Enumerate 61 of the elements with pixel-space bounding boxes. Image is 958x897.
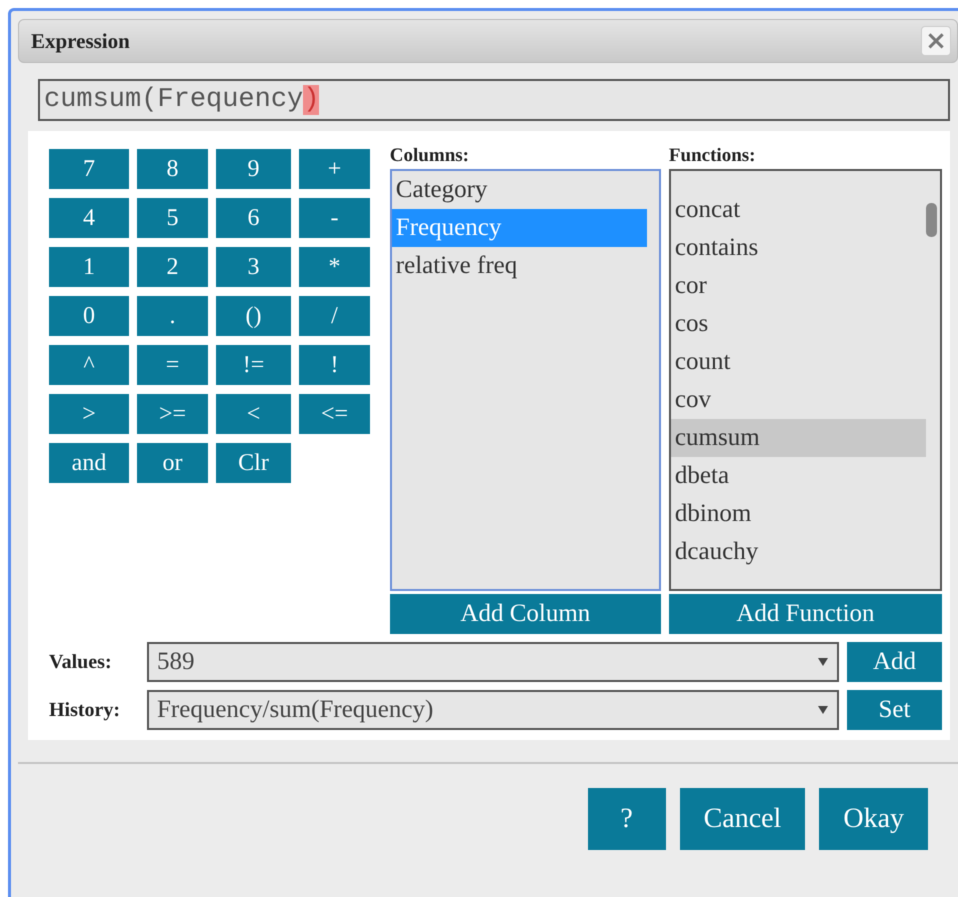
keypad-key[interactable]: Clr: [216, 443, 291, 483]
list-item[interactable]: cumsum: [670, 419, 926, 457]
keypad-key[interactable]: !=: [216, 345, 291, 385]
list-item[interactable]: Category: [392, 171, 647, 209]
functions-list[interactable]: concat contains cor cos count cov cumsum dbeta dbinom dcauchy: [668, 169, 942, 591]
keypad-key[interactable]: 9: [216, 149, 291, 189]
keypad-key[interactable]: (): [216, 296, 291, 336]
dropdown-caret-icon[interactable]: [817, 657, 829, 667]
keypad-key[interactable]: <: [216, 394, 291, 434]
keypad-key[interactable]: 3: [216, 247, 291, 287]
keypad-key[interactable]: +: [299, 149, 370, 189]
list-item[interactable]: dbeta: [670, 457, 926, 495]
close-button[interactable]: ×: [921, 26, 951, 56]
keypad-key[interactable]: !: [299, 345, 370, 385]
list-item[interactable]: dbinom: [670, 495, 926, 533]
keypad-key[interactable]: ^: [49, 345, 129, 385]
keypad-key[interactable]: 5: [137, 198, 208, 238]
keypad-key[interactable]: 1: [49, 247, 129, 287]
keypad-key[interactable]: -: [299, 198, 370, 238]
list-item[interactable]: contains: [670, 229, 926, 267]
keypad-key[interactable]: 7: [49, 149, 129, 189]
keypad-key[interactable]: /: [299, 296, 370, 336]
list-item[interactable]: cos: [670, 305, 926, 343]
keypad-key[interactable]: 6: [216, 198, 291, 238]
dialog-button[interactable]: Okay: [819, 788, 928, 850]
add-button[interactable]: Add Function: [668, 594, 942, 634]
keypad-key[interactable]: *: [299, 247, 370, 287]
list-item[interactable]: relative freq: [392, 247, 647, 285]
list-item[interactable]: concat: [670, 191, 926, 229]
keypad-key[interactable]: >=: [137, 394, 208, 434]
list-item[interactable]: cov: [670, 381, 926, 419]
dialog-button[interactable]: ?: [588, 788, 666, 850]
action-button[interactable]: Set: [847, 690, 942, 730]
list-item[interactable]: count: [670, 343, 926, 381]
list-item[interactable]: Frequency: [392, 209, 647, 247]
action-button[interactable]: Add: [847, 642, 942, 682]
list-item[interactable]: dcauchy: [670, 533, 926, 571]
list-item[interactable]: cor: [670, 267, 926, 305]
dropdown-caret-icon[interactable]: [817, 705, 829, 715]
scrollbar-thumb[interactable]: [926, 203, 937, 237]
add-button[interactable]: Add Column: [390, 594, 661, 634]
dropdown-field[interactable]: 589: [147, 642, 839, 682]
field-label: History:: [49, 698, 122, 722]
keypad-key[interactable]: 0: [49, 296, 129, 336]
keypad-key[interactable]: >: [49, 394, 129, 434]
list-label: Functions:: [668, 145, 756, 168]
window-title: Expression: [31, 28, 130, 54]
expression-field[interactable]: cumsum(Frequency): [38, 79, 950, 121]
dropdown-field[interactable]: Frequency/sum(Frequency): [147, 690, 839, 730]
keypad-key[interactable]: and: [49, 443, 129, 483]
keypad-key[interactable]: 8: [137, 149, 208, 189]
keypad-key[interactable]: <=: [299, 394, 370, 434]
list-label: Columns:: [390, 145, 470, 168]
keypad-key[interactable]: 4: [49, 198, 129, 238]
field-label: Values:: [49, 650, 113, 674]
keypad-key[interactable]: or: [137, 443, 208, 483]
keypad-key[interactable]: =: [137, 345, 208, 385]
keypad-key[interactable]: .: [137, 296, 208, 336]
keypad-key[interactable]: 2: [137, 247, 208, 287]
columns-list[interactable]: Category Frequency relative freq: [390, 169, 661, 591]
dialog-button[interactable]: Cancel: [680, 788, 806, 850]
